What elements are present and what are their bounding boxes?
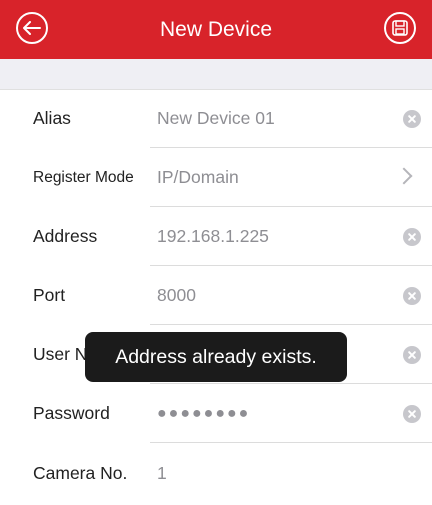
app-header: New Device bbox=[0, 0, 432, 59]
user-name-label: User N bbox=[33, 344, 88, 364]
address-label: Address bbox=[33, 226, 98, 246]
password-input[interactable]: ●●●●●●●● bbox=[157, 384, 250, 443]
register-mode-row[interactable]: Register Mode IP/Domain bbox=[0, 148, 432, 207]
section-spacer bbox=[0, 59, 432, 90]
camera-no-row[interactable]: Camera No. 1 bbox=[0, 444, 432, 503]
chevron-right-icon[interactable] bbox=[395, 167, 413, 185]
alias-label: Alias bbox=[33, 108, 71, 128]
clear-icon[interactable] bbox=[403, 346, 421, 364]
save-button[interactable] bbox=[384, 12, 416, 44]
alias-row[interactable]: Alias New Device 01 bbox=[0, 89, 432, 148]
clear-icon[interactable] bbox=[403, 228, 421, 246]
port-label: Port bbox=[33, 285, 66, 305]
save-icon bbox=[392, 20, 408, 36]
clear-icon[interactable] bbox=[403, 287, 421, 305]
port-input[interactable]: 8000 bbox=[157, 266, 196, 325]
address-row[interactable]: Address 192.168.1.225 bbox=[0, 207, 432, 266]
page-title: New Device bbox=[159, 18, 273, 41]
register-mode-value[interactable]: IP/Domain bbox=[157, 148, 239, 207]
clear-icon[interactable] bbox=[403, 110, 421, 128]
toast-message: Address already exists. bbox=[85, 332, 347, 382]
password-row[interactable]: Password ●●●●●●●● bbox=[0, 384, 432, 443]
clear-icon[interactable] bbox=[403, 405, 421, 423]
divider bbox=[150, 442, 432, 443]
port-row[interactable]: Port 8000 bbox=[0, 266, 432, 325]
camera-no-value[interactable]: 1 bbox=[157, 444, 167, 503]
password-label: Password bbox=[33, 403, 110, 423]
alias-input[interactable]: New Device 01 bbox=[157, 89, 275, 148]
address-input[interactable]: 192.168.1.225 bbox=[157, 207, 269, 266]
camera-no-label: Camera No. bbox=[33, 463, 128, 483]
register-mode-label: Register Mode bbox=[33, 169, 134, 186]
